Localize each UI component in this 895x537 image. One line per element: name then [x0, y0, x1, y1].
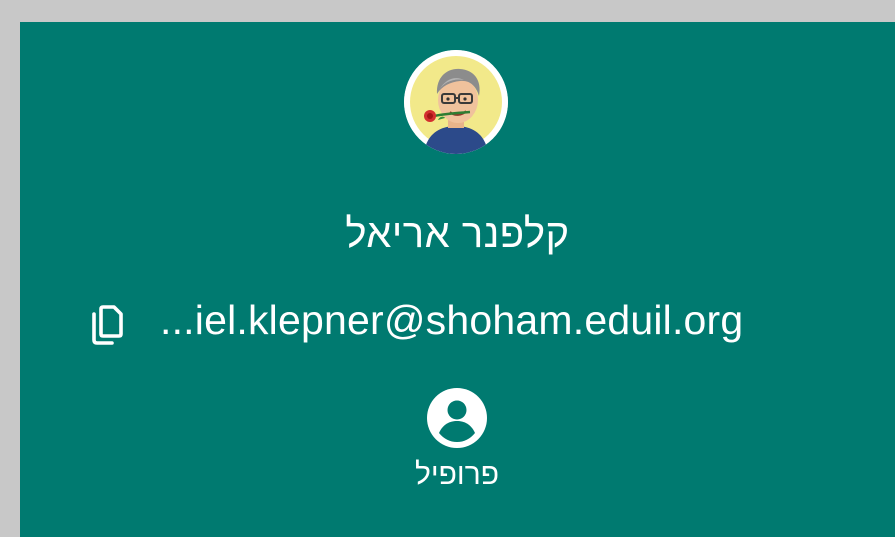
- user-avatar[interactable]: [404, 50, 508, 154]
- account-circle-icon: [426, 387, 488, 449]
- user-account-card: קלפנר אריאל ...iel.klepner@shoham.eduil.…: [20, 22, 895, 537]
- user-name: קלפנר אריאל: [345, 212, 570, 256]
- profile-label: פרופיל: [414, 458, 500, 491]
- user-email: ...iel.klepner@shoham.eduil.org: [160, 297, 744, 343]
- profile-button[interactable]: פרופיל: [382, 387, 532, 497]
- email-row: ...iel.klepner@shoham.eduil.org: [82, 292, 872, 348]
- bitmoji-avatar-icon: [404, 50, 508, 154]
- copy-icon[interactable]: [88, 304, 126, 346]
